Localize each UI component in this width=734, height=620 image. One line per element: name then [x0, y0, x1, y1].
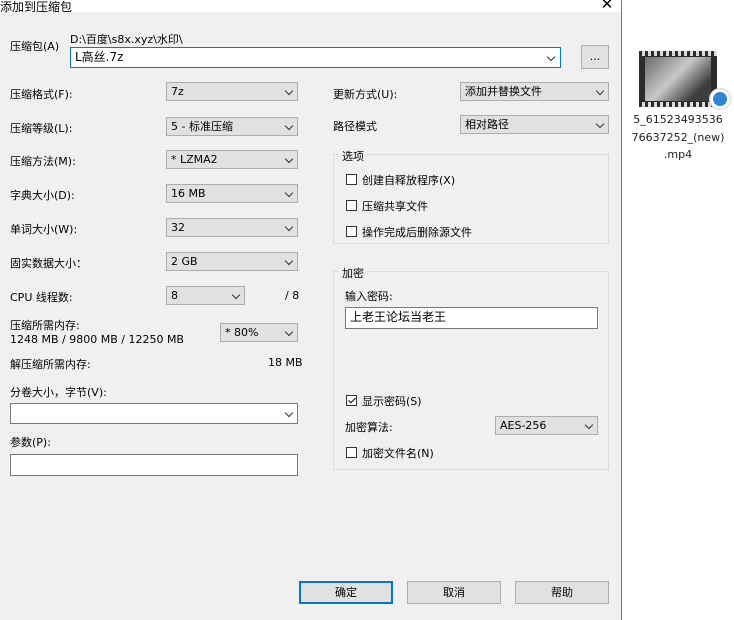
word-value: 32 — [171, 221, 185, 234]
show-password-checkbox[interactable] — [346, 395, 357, 406]
add-to-archive-dialog: 添加到压缩包 ✕ 压缩包(A) D:\百度\s8x.xyz\水印\ L高丝.7z… — [0, 0, 622, 620]
video-frame — [645, 57, 711, 101]
mem-comp-label: 压缩所需内存: — [10, 319, 80, 332]
cancel-button[interactable]: 取消 — [407, 581, 501, 604]
method-label: 压缩方法(M): — [10, 155, 76, 168]
options-title: 选项 — [339, 148, 367, 164]
format-value: 7z — [171, 85, 184, 98]
encrypt-names-label: 加密文件名(N) — [362, 447, 434, 460]
browse-button[interactable]: ... — [581, 45, 609, 69]
update-value: 添加并替换文件 — [465, 85, 542, 98]
password-label: 输入密码: — [345, 290, 393, 303]
chevron-down-icon — [284, 121, 294, 131]
algo-value: AES-256 — [500, 419, 547, 432]
sync-badge-icon — [709, 88, 731, 110]
film-strip-top — [639, 51, 717, 56]
chevron-down-icon — [284, 222, 294, 232]
mem-percent-value: * 80% — [225, 326, 259, 339]
solid-value: 2 GB — [171, 255, 198, 268]
solid-label: 固实数据大小： — [10, 257, 87, 270]
algo-label: 加密算法: — [345, 421, 393, 434]
dict-label: 字典大小(D): — [10, 189, 75, 202]
chevron-down-icon — [231, 290, 241, 300]
help-button[interactable]: 帮助 — [515, 581, 609, 604]
delete-checkbox[interactable] — [346, 226, 357, 237]
format-select[interactable]: 7z — [166, 82, 298, 101]
chevron-down-icon — [595, 119, 605, 129]
level-label: 压缩等级(L): — [10, 122, 73, 135]
cpu-max: / 8 — [285, 289, 300, 302]
path-select[interactable]: 相对路径 — [460, 115, 609, 134]
method-select[interactable]: * LZMA2 — [166, 150, 298, 169]
archive-name-input[interactable]: L高丝.7z — [70, 47, 561, 68]
film-strip-bottom — [639, 102, 717, 107]
word-label: 单词大小(W): — [10, 223, 78, 236]
file-name-line1: 5_61523493536 — [633, 113, 723, 126]
cpu-value: 8 — [171, 289, 178, 302]
show-password-label: 显示密码(S) — [362, 395, 422, 408]
chevron-down-icon — [284, 86, 294, 96]
chevron-down-icon — [284, 188, 294, 198]
path-label: 路径模式 — [333, 120, 377, 133]
level-value: 5 - 标准压缩 — [171, 120, 233, 133]
archive-label: 压缩包(A) — [10, 40, 60, 53]
update-label: 更新方式(U): — [333, 88, 398, 101]
archive-path: D:\百度\s8x.xyz\水印\ — [70, 33, 183, 46]
password-input[interactable]: 上老王论坛当老王 — [345, 307, 598, 329]
encryption-title: 加密 — [339, 265, 367, 281]
shared-checkbox[interactable] — [346, 200, 357, 211]
method-value: * LZMA2 — [171, 153, 218, 166]
params-label: 参数(P): — [10, 436, 51, 449]
split-label: 分卷大小，字节(V): — [10, 386, 107, 399]
cpu-select[interactable]: 8 — [166, 286, 245, 305]
desktop-video-file[interactable]: 5_61523493536 76637252_(new) .mp4 — [622, 0, 734, 620]
chevron-down-icon — [284, 327, 294, 337]
params-input[interactable] — [10, 454, 298, 476]
dict-select[interactable]: 16 MB — [166, 184, 298, 203]
update-select[interactable]: 添加并替换文件 — [460, 82, 609, 101]
shared-label: 压缩共享文件 — [362, 200, 428, 213]
encrypt-names-checkbox[interactable] — [346, 447, 357, 458]
file-name-line3: .mp4 — [663, 148, 693, 161]
chevron-down-icon — [584, 420, 594, 430]
chevron-down-icon — [284, 408, 294, 418]
close-icon[interactable]: ✕ — [597, 0, 617, 13]
ok-button[interactable]: 确定 — [299, 581, 393, 604]
split-input[interactable] — [10, 403, 298, 424]
chevron-down-icon — [546, 52, 556, 62]
dict-value: 16 MB — [171, 187, 206, 200]
video-thumbnail — [639, 51, 717, 107]
algo-select[interactable]: AES-256 — [495, 416, 598, 435]
path-value: 相对路径 — [465, 118, 509, 131]
chevron-down-icon — [284, 154, 294, 164]
level-select[interactable]: 5 - 标准压缩 — [166, 117, 298, 136]
word-select[interactable]: 32 — [166, 218, 298, 237]
format-label: 压缩格式(F): — [10, 88, 73, 101]
sfx-checkbox[interactable] — [346, 174, 357, 185]
solid-select[interactable]: 2 GB — [166, 252, 298, 271]
mem-percent-select[interactable]: * 80% — [220, 323, 298, 342]
title-bar: 添加到压缩包 ✕ — [0, 0, 621, 14]
delete-label: 操作完成后删除源文件 — [362, 226, 472, 239]
dialog-title: 添加到压缩包 — [0, 0, 73, 14]
file-name-line2: 76637252_(new) — [631, 131, 725, 144]
chevron-down-icon — [595, 86, 605, 96]
mem-comp-value: 1248 MB / 9800 MB / 12250 MB — [10, 333, 184, 346]
sfx-label: 创建自释放程序(X) — [362, 174, 456, 187]
mem-decomp-label: 解压缩所需内存: — [10, 358, 91, 371]
mem-decomp-value: 18 MB — [268, 356, 303, 369]
cpu-label: CPU 线程数: — [10, 291, 73, 304]
archive-name-text: L高丝.7z — [75, 50, 124, 64]
chevron-down-icon — [284, 256, 294, 266]
